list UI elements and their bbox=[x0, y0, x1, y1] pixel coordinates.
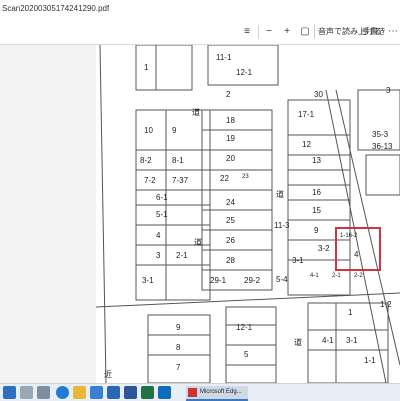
parcel-label: 3 bbox=[386, 86, 391, 95]
outlook-icon[interactable] bbox=[158, 386, 171, 399]
parcel-label: 4-1 bbox=[322, 336, 334, 345]
parcel-label: 13 bbox=[312, 156, 321, 165]
parcel-label: 1 bbox=[144, 63, 149, 72]
excel-icon[interactable] bbox=[141, 386, 154, 399]
map-lines bbox=[96, 45, 400, 383]
document-viewport[interactable]: 11-1 1 12-1 2 3 30 17-1 10 9 18 19 20 22… bbox=[0, 45, 400, 383]
road-label: 道 bbox=[276, 189, 284, 199]
parcel-label: 9 bbox=[172, 126, 177, 135]
parcel-label: 1-1 bbox=[364, 356, 376, 365]
annotate-button[interactable]: 手書き bbox=[362, 24, 386, 39]
parcel-label: 9 bbox=[176, 323, 181, 332]
parcel-label: 18 bbox=[226, 116, 235, 125]
edge-icon[interactable] bbox=[56, 386, 69, 399]
road-label: 道 bbox=[192, 107, 200, 117]
search-icon[interactable] bbox=[20, 386, 33, 399]
parcel-label: 7-2 bbox=[144, 176, 156, 185]
zoom-out-icon[interactable]: − bbox=[262, 24, 276, 39]
word-icon[interactable] bbox=[124, 386, 137, 399]
parcel-label: 3-1 bbox=[346, 336, 358, 345]
parcel-label: 25 bbox=[226, 216, 235, 225]
highlighted-parcel-label: 1-16-2 bbox=[340, 233, 358, 239]
parcel-label: 12 bbox=[302, 140, 311, 149]
parcel-label: 29-2 bbox=[244, 276, 261, 285]
map-mark: 近 bbox=[104, 369, 112, 379]
toolbar-divider bbox=[258, 25, 259, 39]
parcel-label: 4-1 bbox=[310, 273, 319, 279]
parcel-label: 2-1 bbox=[176, 251, 188, 260]
parcel-label: 36-13 bbox=[372, 142, 393, 151]
parcel-label: 29-1 bbox=[210, 276, 227, 285]
parcel-label: 2-2 bbox=[354, 273, 363, 279]
cadastral-map: 11-1 1 12-1 2 3 30 17-1 10 9 18 19 20 22… bbox=[96, 45, 400, 383]
taskbar-app-pdf[interactable]: Microsoft Edg... bbox=[186, 386, 248, 401]
document-title: Scan20200305174241290.pdf bbox=[2, 4, 110, 13]
parcel-label: 5 bbox=[244, 350, 249, 359]
parcel-label: 10 bbox=[144, 126, 153, 135]
parcel-label: 26 bbox=[226, 236, 235, 245]
parcel-label: 28 bbox=[226, 256, 235, 265]
pdf-toolbar: ≡ − + ▢ 音声で読み上げる 手書き ⋯ bbox=[0, 20, 400, 45]
task-view-icon[interactable] bbox=[37, 386, 50, 399]
parcel-label: 6-1 bbox=[156, 193, 168, 202]
more-options-icon[interactable]: ⋯ bbox=[388, 24, 398, 39]
parcel-label: 7-37 bbox=[172, 176, 189, 185]
parcel-label: 5-4 bbox=[276, 275, 288, 284]
store-icon[interactable] bbox=[90, 386, 103, 399]
parcel-label: 3 bbox=[156, 251, 161, 260]
menu-icon[interactable]: ≡ bbox=[240, 24, 254, 39]
parcel-label: 2 bbox=[226, 90, 231, 99]
window-title-bar: Scan20200305174241290.pdf bbox=[0, 0, 400, 21]
parcel-label: 2-1 bbox=[332, 273, 341, 279]
parcel-label: 22 bbox=[220, 174, 229, 183]
parcel-label: 30 bbox=[314, 90, 323, 99]
parcel-label: 3-1 bbox=[292, 256, 304, 265]
parcel-label: 8-2 bbox=[140, 156, 152, 165]
fit-page-icon[interactable]: ▢ bbox=[298, 24, 312, 39]
pdf-page: 11-1 1 12-1 2 3 30 17-1 10 9 18 19 20 22… bbox=[96, 45, 400, 383]
parcel-label: 15 bbox=[312, 206, 321, 215]
road-label: 道 bbox=[194, 237, 202, 247]
parcel-label: 11-3 bbox=[274, 221, 290, 230]
parcel-label: 11-1 bbox=[216, 53, 232, 62]
parcel-label: 9 bbox=[314, 226, 319, 235]
parcel-label: 16 bbox=[312, 188, 321, 197]
parcel-label: 12-1 bbox=[236, 323, 253, 332]
zoom-in-icon[interactable]: + bbox=[280, 24, 294, 39]
parcel-label: 5-1 bbox=[156, 210, 168, 219]
parcel-label: 4 bbox=[156, 231, 161, 240]
taskbar: Microsoft Edg... bbox=[0, 383, 400, 401]
parcel-label: 24 bbox=[226, 198, 235, 207]
taskbar-app-label: Microsoft Edg... bbox=[200, 389, 242, 395]
parcel-label: 3-2 bbox=[318, 244, 330, 253]
parcel-label: 20 bbox=[226, 154, 235, 163]
windows-start-icon[interactable] bbox=[3, 386, 16, 399]
explorer-icon[interactable] bbox=[73, 386, 86, 399]
parcel-label: 8 bbox=[176, 343, 181, 352]
road-label: 道 bbox=[294, 337, 302, 347]
parcel-label: 8-1 bbox=[172, 156, 184, 165]
mail-icon[interactable] bbox=[107, 386, 120, 399]
parcel-label: 12-1 bbox=[236, 68, 253, 77]
parcel-label: 35-3 bbox=[372, 130, 389, 139]
toolbar-divider bbox=[314, 25, 315, 39]
parcel-label: 3-1 bbox=[142, 276, 154, 285]
pdf-icon bbox=[188, 388, 197, 397]
parcel-label: 23 bbox=[242, 174, 249, 180]
parcel-label: 1-2 bbox=[380, 300, 392, 309]
parcel-label: 1 bbox=[348, 308, 353, 317]
parcel-label: 17-1 bbox=[298, 110, 315, 119]
parcel-label: 7 bbox=[176, 363, 181, 372]
parcel-label: 19 bbox=[226, 134, 235, 143]
parcel-label: 4 bbox=[354, 250, 359, 259]
